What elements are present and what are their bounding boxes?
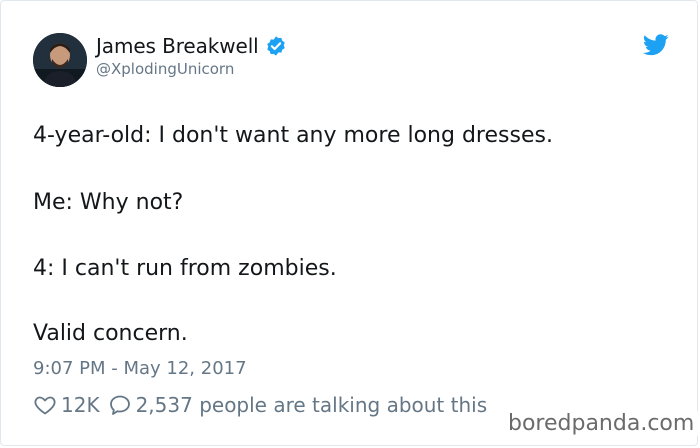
- conversation-text: 2,537 people are talking about this: [135, 393, 488, 417]
- avatar[interactable]: [33, 33, 87, 87]
- tweet-card: James Breakwell @XplodingUnicorn 4-year-…: [0, 0, 698, 446]
- tweet-text-line: 4-year-old: I don't want any more long d…: [33, 123, 553, 148]
- engagement-bar: 12K 2,537 people are talking about this: [33, 393, 487, 417]
- twitter-bird-icon[interactable]: [642, 34, 669, 56]
- like-button[interactable]: 12K: [33, 393, 108, 417]
- author-display-name[interactable]: James Breakwell: [96, 34, 259, 58]
- author-name-row: James Breakwell: [96, 34, 287, 58]
- tweet-text-line: Valid concern.: [33, 321, 188, 346]
- author-handle[interactable]: @XplodingUnicorn: [96, 60, 234, 78]
- tweet-text-line: 4: I can't run from zombies.: [33, 256, 337, 281]
- like-count: 12K: [61, 393, 100, 417]
- heart-icon: [33, 393, 57, 417]
- verified-badge-icon: [265, 35, 287, 57]
- speech-bubble-icon: [108, 393, 132, 417]
- tweet-text-line: Me: Why not?: [33, 190, 184, 215]
- tweet-timestamp[interactable]: 9:07 PM - May 12, 2017: [33, 358, 247, 379]
- watermark: boredpanda.com: [504, 411, 699, 436]
- conversation-link[interactable]: 2,537 people are talking about this: [108, 393, 488, 417]
